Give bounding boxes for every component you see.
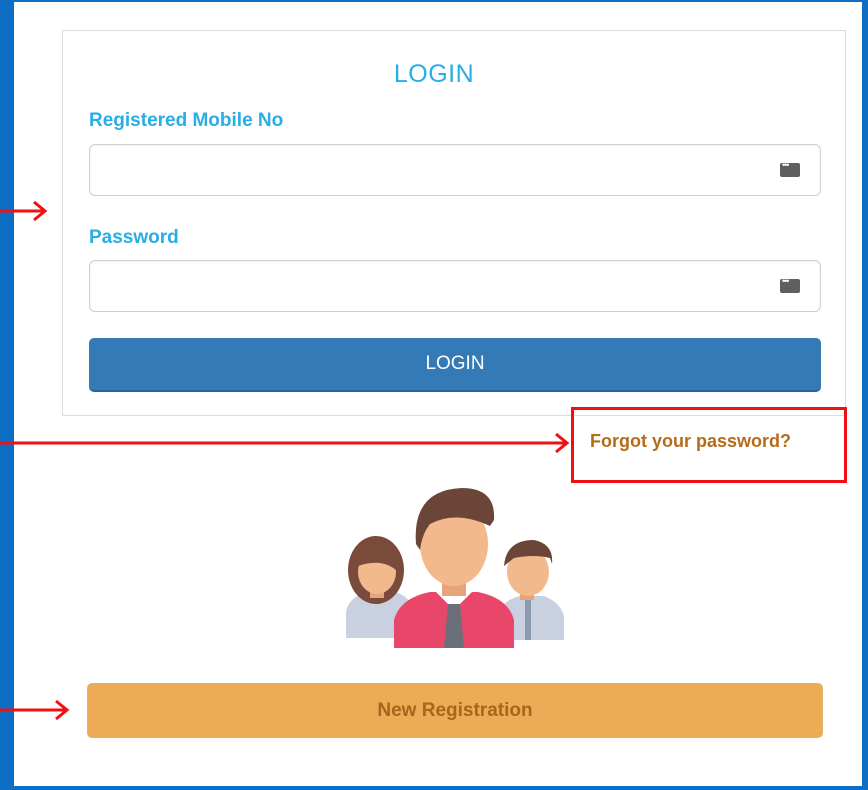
login-title: LOGIN: [393, 60, 475, 88]
red-arrow-icon: [0, 699, 70, 721]
forgot-password-link[interactable]: Forgot your password?: [590, 431, 791, 452]
red-arrow-icon: [0, 432, 570, 454]
mobile-label: Registered Mobile No: [89, 110, 284, 131]
login-button[interactable]: LOGIN: [89, 338, 821, 392]
red-arrow-icon: [0, 200, 48, 222]
family-group-icon: [346, 488, 564, 648]
password-field[interactable]: [89, 260, 821, 312]
new-registration-button[interactable]: New Registration: [87, 683, 823, 738]
password-manager-key-icon[interactable]: [780, 276, 800, 293]
mobile-input[interactable]: [90, 145, 820, 195]
password-input[interactable]: [90, 261, 820, 311]
mobile-field[interactable]: [89, 144, 821, 196]
password-manager-key-icon[interactable]: [780, 160, 800, 177]
password-label: Password: [89, 227, 179, 248]
